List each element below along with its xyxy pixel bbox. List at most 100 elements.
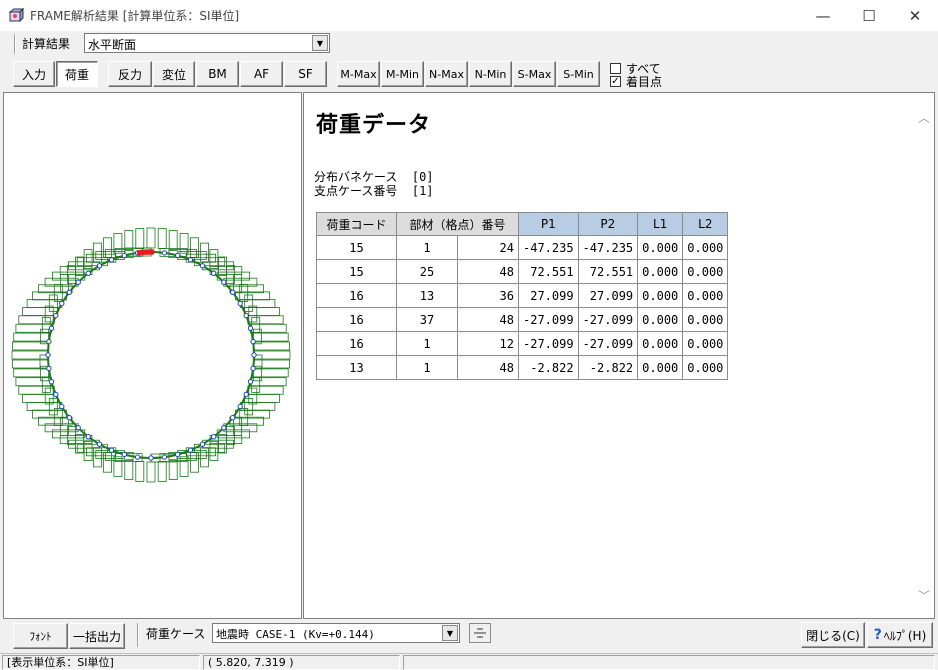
chevron-down-icon[interactable]: ▼ (312, 35, 328, 51)
close-button[interactable]: 閉じる(C) (801, 622, 865, 648)
header-l2: L2 (682, 212, 729, 236)
load-button[interactable]: 荷重 (56, 61, 98, 87)
help-button[interactable]: ? ﾍﾙﾌﾟ(H) (867, 622, 933, 648)
load-bar (168, 459, 178, 481)
table-cell: 27.099 (577, 283, 639, 308)
node-marker (221, 425, 227, 431)
load-bar (251, 376, 261, 393)
load-bar (11, 359, 49, 369)
table-cell: 0.000 (682, 235, 729, 260)
maximize-button[interactable]: ☐ (846, 0, 892, 31)
node-marker (175, 451, 181, 458)
node-marker (46, 365, 52, 372)
node-marker (48, 379, 55, 385)
help-label: ﾍﾙﾌﾟ(H) (883, 628, 927, 643)
app-icon (8, 7, 25, 24)
check-all-checkbox[interactable] (610, 63, 621, 74)
load-bar (41, 376, 51, 393)
batch-output-button[interactable]: 一括出力 (69, 623, 125, 649)
table-cell: 37 (396, 307, 458, 332)
load-case-value: 地震時 CASE-1 (Kv=+0.144) (216, 628, 375, 641)
load-bar (15, 377, 53, 387)
node-marker (66, 289, 73, 296)
node-marker (247, 379, 254, 385)
node-marker (250, 338, 256, 345)
load-bar (135, 228, 145, 250)
node-marker (221, 279, 227, 285)
m-max-button[interactable]: M-Max (337, 61, 380, 87)
chevron-down-icon[interactable]: ▼ (442, 625, 458, 641)
result-label: 計算結果 (22, 37, 71, 51)
load-bar (15, 323, 53, 333)
view-select-value: 水平断面 (88, 38, 137, 52)
font-button[interactable]: ﾌｫﾝﾄ (13, 623, 68, 649)
load-bar (157, 460, 167, 482)
table-cell: 48 (457, 307, 519, 332)
bottom-grip-2 (137, 623, 139, 647)
m-min-button[interactable]: M-Min (381, 61, 424, 87)
scroll-down-icon[interactable]: ﹀ (918, 587, 930, 604)
node-marker (211, 434, 217, 440)
table-cell: 16 (316, 283, 397, 308)
scroll-up-icon[interactable]: ︿ (918, 109, 930, 126)
table-cell: -2.822 (518, 355, 579, 380)
s-max-button[interactable]: S-Max (513, 61, 556, 87)
node-marker (237, 300, 243, 307)
node-marker (199, 441, 206, 447)
focus-node-marker (149, 249, 155, 255)
sf-button[interactable]: SF (284, 61, 327, 87)
close-window-button[interactable]: ✕ (892, 0, 938, 31)
node-marker (161, 250, 168, 256)
table-row: 13 1 48 -2.822 -2.822 0.000 0.000 (316, 355, 729, 380)
load-case-spinner[interactable] (469, 623, 491, 643)
table-row: 15 1 24 -47.235 -47.235 0.000 0.000 (316, 235, 729, 260)
table-row: 16 1 12 -27.099 -27.099 0.000 0.000 (316, 331, 729, 356)
node-marker (59, 300, 65, 307)
table-cell: -27.099 (577, 331, 639, 356)
load-case-select[interactable]: 地震時 CASE-1 (Kv=+0.144) ▼ (212, 623, 460, 643)
support-case-line: 支点ケース番号 [1] (314, 182, 434, 199)
node-marker (148, 455, 154, 461)
reaction-button[interactable]: 反力 (108, 61, 152, 87)
node-marker (96, 441, 103, 447)
header-p2: P2 (577, 212, 639, 236)
minimize-button[interactable]: — (800, 0, 846, 31)
load-table: 荷重コード 部材（格点）番号 P1 P2 L1 L2 15 1 24 -47.235-… (316, 212, 729, 380)
af-button[interactable]: AF (240, 61, 283, 87)
node-marker (230, 289, 236, 296)
load-bar (124, 230, 134, 251)
node-marker (108, 257, 115, 263)
view-select[interactable]: 水平断面 ▼ (84, 33, 330, 53)
load-case-label: 荷重ケース (146, 627, 206, 641)
table-cell: 48 (457, 259, 519, 284)
table-cell: 25 (396, 259, 458, 284)
table-cell: 0.000 (637, 235, 684, 260)
load-bar (41, 317, 51, 334)
result-panel[interactable]: 荷重データ 分布バネケース [0] 支点ケース番号 [1] 荷重コード 部材（格… (303, 92, 935, 619)
table-cell: 16 (316, 307, 397, 332)
node-marker (48, 325, 55, 332)
page-title: 荷重データ (316, 113, 432, 138)
bm-button[interactable]: BM (196, 61, 239, 87)
title-bar: FRAME解析結果 [計算単位系：SI単位] — ☐ ✕ (0, 0, 938, 31)
load-bar (13, 332, 50, 342)
load-bar (253, 359, 291, 369)
node-marker (161, 454, 168, 460)
support-case-value: [1] (411, 184, 434, 198)
node-marker (134, 454, 141, 460)
node-marker (199, 263, 206, 269)
node-marker (211, 270, 217, 277)
table-cell: 15 (316, 259, 397, 284)
table-cell: -27.099 (518, 307, 579, 332)
check-focus-label: 着目点 (626, 75, 663, 89)
n-max-button[interactable]: N-Max (425, 61, 468, 87)
load-bar (239, 299, 276, 308)
n-min-button[interactable]: N-Min (469, 61, 512, 87)
node-marker (243, 312, 249, 319)
input-button[interactable]: 入力 (13, 61, 55, 87)
displacement-button[interactable]: 変位 (153, 61, 195, 87)
s-min-button[interactable]: S-Min (557, 61, 600, 87)
check-focus-checkbox[interactable]: ✓ (610, 76, 621, 87)
status-empty (403, 655, 935, 670)
diagram-panel[interactable] (3, 92, 302, 619)
